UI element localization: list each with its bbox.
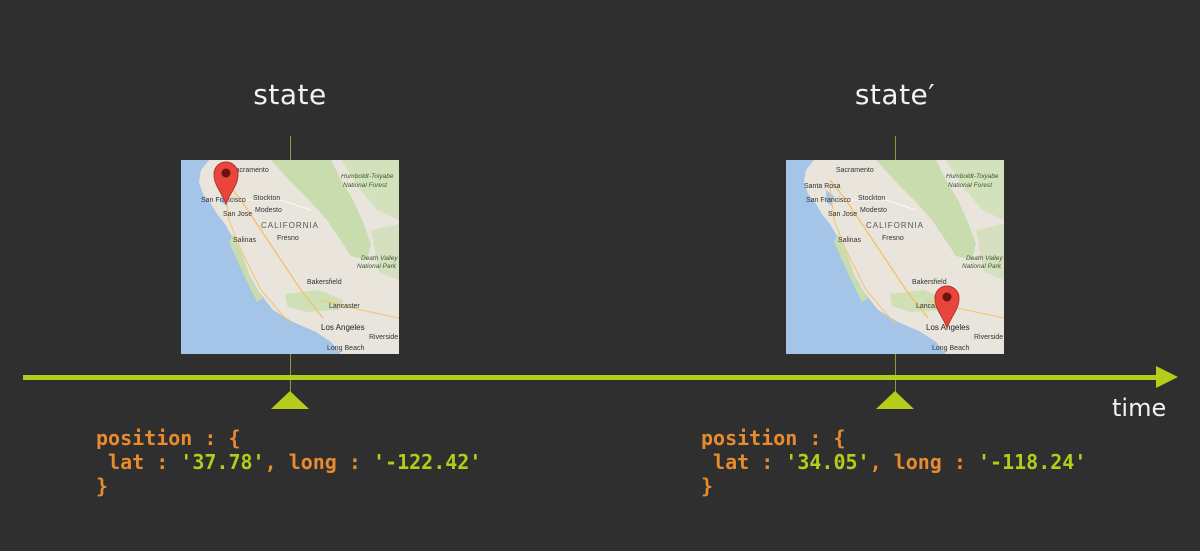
timeline-label: time	[1112, 394, 1167, 422]
city-label: San Jose	[828, 211, 857, 218]
city-label: Long Beach	[932, 345, 969, 352]
city-label: Los Angeles	[321, 323, 365, 332]
region-label: CALIFORNIA	[866, 221, 924, 230]
timeline-marker	[876, 391, 914, 409]
park-label: National Forest	[948, 182, 993, 189]
city-label: Sacramento	[836, 167, 874, 174]
state-code-block: position : { lat : '34.05', long : '-118…	[701, 426, 1087, 498]
city-label: Riverside	[369, 334, 398, 341]
state-connector-line	[895, 354, 896, 394]
park-label: National Forest	[343, 182, 388, 189]
state-code-block: position : { lat : '37.78', long : '-122…	[96, 426, 482, 498]
timeline-marker	[271, 391, 309, 409]
city-label: Bakersfield	[912, 279, 947, 286]
park-label: National Park	[357, 263, 397, 270]
map-graphic: Sacramento San Francisco Stockton San Jo…	[181, 160, 399, 354]
city-label: Fresno	[882, 235, 904, 242]
city-label: San Jose	[223, 211, 252, 218]
park-label: Death Valley	[966, 255, 1003, 262]
city-label: Modesto	[860, 207, 887, 214]
city-label: Salinas	[838, 237, 861, 244]
city-label: San Francisco	[806, 197, 851, 204]
park-label: National Park	[962, 263, 1002, 270]
state-connector-line	[290, 354, 291, 394]
state-label: state′	[854, 78, 936, 111]
california-map: Sacramento San Francisco Stockton San Jo…	[181, 160, 399, 354]
city-label: Long Beach	[327, 345, 364, 352]
park-label: Humboldt-Toiyabe	[341, 173, 394, 180]
city-label: Riverside	[974, 334, 1003, 341]
city-label: Fresno	[277, 235, 299, 242]
park-label: Humboldt-Toiyabe	[946, 173, 999, 180]
timeline-arrow-icon	[1156, 366, 1178, 388]
city-label: Salinas	[233, 237, 256, 244]
city-label: Santa Rosa	[804, 183, 841, 190]
timeline-axis	[23, 375, 1163, 380]
state-connector-line	[290, 136, 291, 160]
park-label: Death Valley	[361, 255, 398, 262]
california-map: Sacramento Santa Rosa San Francisco Stoc…	[786, 160, 1004, 354]
state-connector-line	[895, 136, 896, 160]
city-label: Stockton	[858, 195, 885, 202]
city-label: Stockton	[253, 195, 280, 202]
city-label: Bakersfield	[307, 279, 342, 286]
city-label: Modesto	[255, 207, 282, 214]
map-graphic: Sacramento Santa Rosa San Francisco Stoc…	[786, 160, 1004, 354]
city-label: Lancaster	[329, 303, 360, 310]
region-label: CALIFORNIA	[261, 221, 319, 230]
state-label: state	[253, 78, 327, 111]
